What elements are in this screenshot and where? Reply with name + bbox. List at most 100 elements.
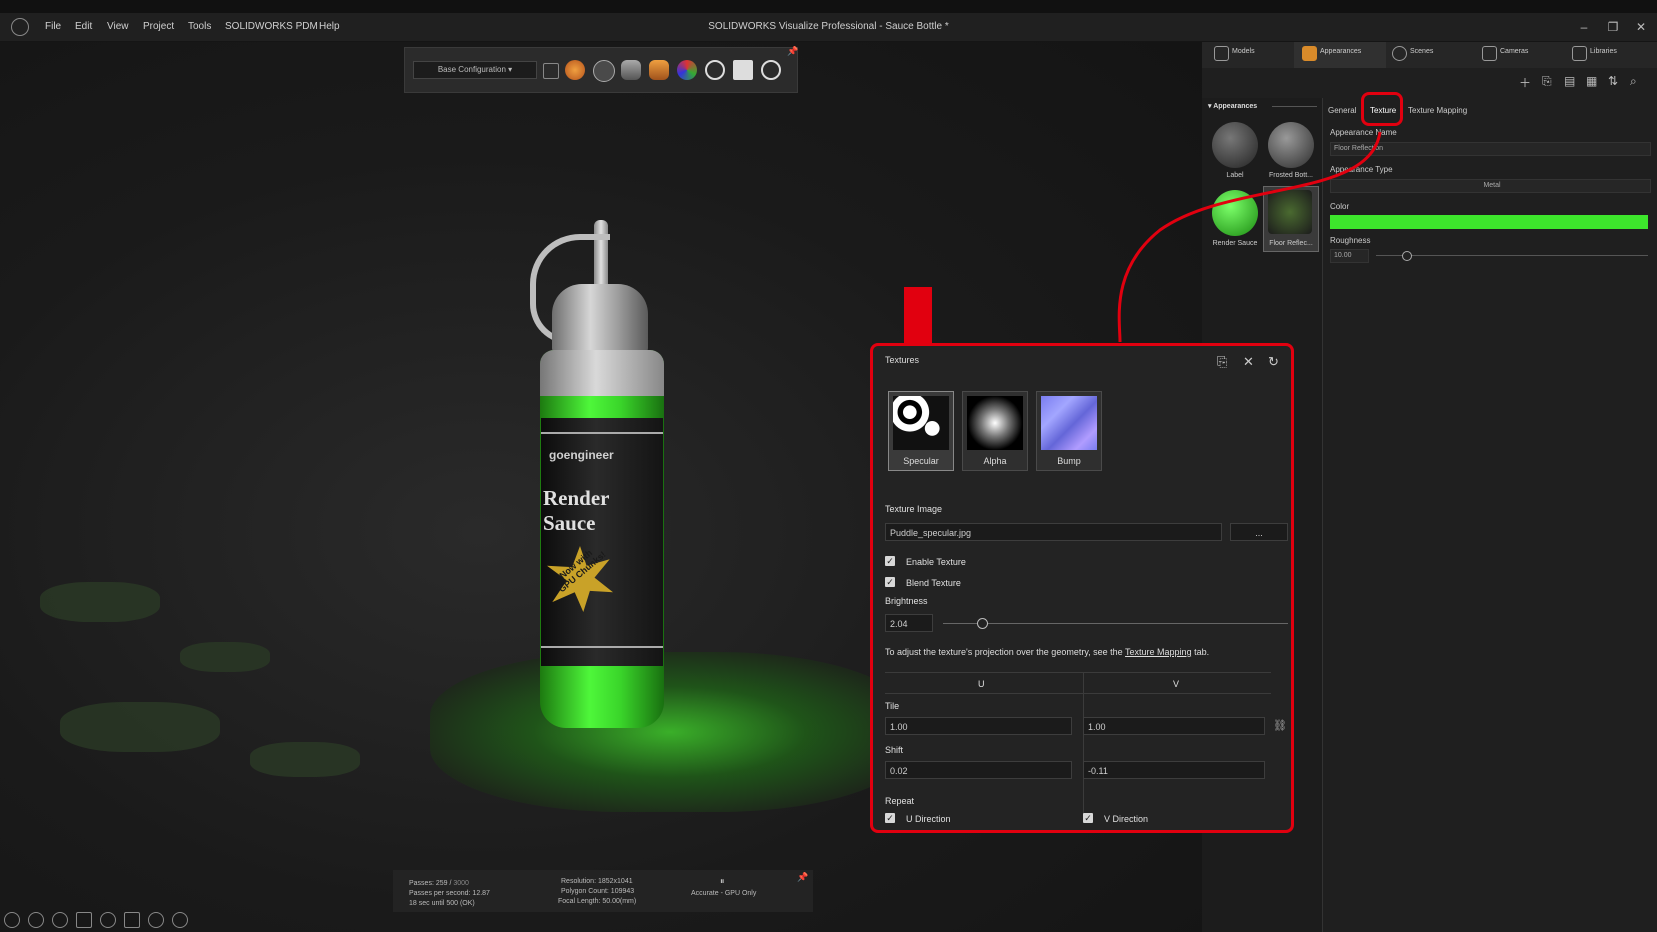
bottle-neck-band [540,350,664,396]
texture-mapping-link[interactable]: Texture Mapping [1125,647,1192,657]
browse-button[interactable]: ... [1230,523,1288,541]
map-alpha[interactable]: Alpha [962,391,1028,471]
library-header[interactable]: ▾ Appearances [1208,102,1257,110]
more-icon[interactable] [172,912,188,928]
pause-icon[interactable]: ⏸ [720,876,725,887]
scenes-icon [1392,46,1407,61]
label-stripe-top [541,432,663,434]
copy-icon[interactable] [76,912,92,928]
render-status: Passes: 259 / 3000 Passes per second: 12… [393,870,813,912]
zoom-icon[interactable] [100,912,116,928]
enable-texture-label: Enable Texture [906,557,966,567]
mapping-hint-prefix: To adjust the texture's projection over … [885,647,1123,657]
u-direction-checkbox[interactable]: ✓ [885,813,895,823]
map-bump[interactable]: Bump [1036,391,1102,471]
map-alpha-label: Alpha [983,456,1007,466]
tab-cameras[interactable]: Cameras [1500,48,1528,55]
play-icon[interactable] [28,912,44,928]
resolution: Resolution: 1852x1041 [561,878,633,885]
map-bump-label: Bump [1057,456,1081,466]
list-view-icon[interactable]: ▤ [1564,74,1575,88]
bottle-label: goengineer Render Sauce Now with GPU Chu… [541,418,663,666]
back-icon[interactable] [4,912,20,928]
label-product: Render Sauce [543,486,610,535]
tab-scenes[interactable]: Scenes [1410,48,1433,55]
label-brand: goengineer [549,448,614,462]
add-icon[interactable]: ＋ [1519,74,1531,91]
annotation-arrow-shaft [904,287,932,349]
brightness-slider-track[interactable] [943,623,1288,624]
repeat-label: Repeat [885,796,915,806]
floor-icon[interactable] [621,60,641,80]
configuration-value: Base Configuration [437,65,506,74]
shift-label: Shift [885,745,904,755]
tile-u-input[interactable]: 1.00 [885,717,1072,735]
camera-view-icon[interactable] [733,60,753,80]
tab-appearances[interactable]: Appearances [1320,48,1361,55]
material-icon[interactable] [649,60,669,80]
viewport-toolbar: Base Configuration ▾ 📌 [404,46,798,93]
list-icon[interactable] [543,63,559,79]
status-pin-icon[interactable]: 📌 [797,872,808,883]
scene-tree-icon[interactable] [677,60,697,80]
viewport-bottom-tools [0,908,200,932]
passes: Passes: 259 / 3000 [409,880,469,887]
tab-libraries[interactable]: Libraries [1590,48,1617,55]
roughness-slider-handle[interactable] [1402,251,1412,261]
configuration-select[interactable]: Base Configuration ▾ [413,61,537,79]
refresh-icon[interactable] [705,60,725,80]
pin-icon[interactable]: 📌 [787,46,798,57]
blend-texture-checkbox[interactable]: ✓ [885,577,895,587]
minimize-icon[interactable]: – [1574,18,1594,36]
search-icon[interactable]: ⌕ [1630,74,1637,89]
uv-header-divider-bottom [885,693,1271,694]
brightness-input[interactable]: 2.04 [885,614,933,632]
shift-u-input[interactable]: 0.02 [885,761,1072,779]
appearance-type-value: Metal [1483,182,1501,189]
map-specular[interactable]: Specular [888,391,954,471]
v-direction-checkbox[interactable]: ✓ [1083,813,1093,823]
appearances-icon [1302,46,1317,61]
tile-v-input[interactable]: 1.00 [1083,717,1265,735]
restore-icon[interactable]: ❐ [1603,18,1623,36]
annotation-connector [1117,131,1382,343]
mapping-hint: To adjust the texture's projection over … [885,647,1209,657]
export-icon[interactable]: ⎘ [1542,74,1552,89]
map-specular-label: Specular [903,456,939,466]
brightness-label: Brightness [885,596,928,606]
subtab-texture-mapping[interactable]: Texture Mapping [1408,106,1467,115]
close-texture-icon[interactable]: ✕ [1243,354,1254,370]
link-icon[interactable]: ⛓ [1273,719,1287,732]
texture-image-input[interactable]: Puddle_specular.jpg [885,523,1222,541]
library-divider [1272,106,1317,107]
bump-thumbnail [1041,396,1097,450]
library-header-label: Appearances [1213,103,1258,110]
u-direction-label: U Direction [906,814,951,824]
brightness-slider-handle[interactable] [977,618,988,629]
u-column-header: U [978,679,985,689]
grid-view-icon[interactable]: ▦ [1586,74,1597,88]
textures-panel: Textures ⎘ ✕ ↻ Specular Alpha Bump Textu… [870,343,1294,833]
roughness-slider-track[interactable] [1376,255,1648,256]
enable-texture-checkbox[interactable]: ✓ [885,556,895,566]
close-window-icon[interactable]: ✕ [1631,18,1651,36]
frame-icon[interactable] [124,912,140,928]
render-mode-icon[interactable] [565,60,585,80]
shift-v-input[interactable]: -0.11 [1083,761,1265,779]
aperture-icon[interactable] [761,60,781,80]
palette-tabs: Models Appearances Scenes Cameras Librar… [1202,42,1657,69]
denoiser-icon[interactable] [593,60,615,82]
reset-texture-icon[interactable]: ↻ [1268,354,1279,370]
window-title: SOLIDWORKS Visualize Professional - Sauc… [708,21,949,32]
models-icon [1214,46,1229,61]
mapping-hint-suffix: tab. [1194,647,1210,657]
cameras-icon [1482,46,1497,61]
visibility-icon[interactable] [148,912,164,928]
tab-models[interactable]: Models [1232,48,1255,55]
label-stripe-bottom [541,646,663,648]
export-texture-icon[interactable]: ⎘ [1217,354,1227,370]
sort-icon[interactable]: ⇅ [1608,74,1618,88]
subtab-general[interactable]: General [1328,106,1356,115]
edit-icon[interactable] [52,912,68,928]
specular-thumbnail [893,396,949,450]
